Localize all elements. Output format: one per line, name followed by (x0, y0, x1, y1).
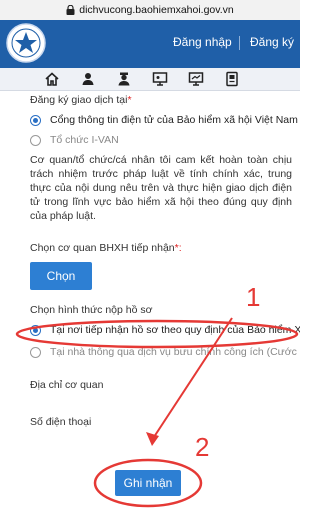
radio-postal[interactable] (30, 347, 41, 358)
monitor-icon[interactable] (188, 71, 204, 87)
site-header: Đăng nhập Đăng ký (0, 20, 300, 68)
arrow-head (146, 432, 159, 446)
address-bar[interactable]: dichvucong.baohiemxahoi.gov.vn (0, 0, 300, 20)
submit-button[interactable]: Ghi nhận (115, 470, 181, 496)
submit-method-label: Chọn hình thức nộp hồ sơ (30, 304, 153, 316)
register-link[interactable]: Đăng ký (250, 35, 294, 49)
home-icon[interactable] (44, 71, 60, 87)
radio-ivan-label[interactable]: Tổ chức I-VAN (50, 134, 119, 146)
radio-portal[interactable] (30, 115, 41, 126)
login-link[interactable]: Đăng nhập (173, 35, 232, 49)
icon-nav-bar (0, 68, 300, 91)
header-divider (239, 36, 240, 50)
lock-icon (66, 5, 75, 15)
radio-at-office-label[interactable]: Tại nơi tiếp nhận hồ sơ theo quy định củ… (50, 324, 300, 336)
radio-postal-label[interactable]: Tại nhà thông qua dịch vụ bưu chính công… (50, 346, 300, 358)
document-icon[interactable] (224, 71, 240, 87)
radio-portal-label[interactable]: Cổng thông tin điện tử của Bảo hiểm xã h… (50, 114, 298, 126)
agency-address-label: Địa chỉ cơ quan (30, 379, 104, 391)
phone-label: Số điện thoại (30, 416, 92, 428)
user-group-icon[interactable] (80, 71, 96, 87)
bhxh-logo-icon[interactable] (4, 21, 48, 65)
agency-label: Chọn cơ quan BHXH tiếp nhận*: (30, 242, 182, 254)
officer-icon[interactable] (116, 71, 132, 87)
choose-agency-button[interactable]: Chọn (30, 262, 92, 290)
commitment-text: Cơ quan/tổ chức/cá nhân tôi cam kết hoàn… (30, 154, 292, 222)
radio-ivan[interactable] (30, 135, 41, 146)
radio-at-office[interactable] (30, 325, 41, 336)
register-location-label: Đăng ký giao dịch tại* (30, 94, 132, 106)
url-text: dichvucong.baohiemxahoi.gov.vn (79, 4, 234, 16)
step-2-label: 2 (195, 432, 210, 462)
step-1-label: 1 (246, 282, 261, 312)
presentation-icon[interactable] (152, 71, 168, 87)
arrow-line (151, 317, 233, 441)
